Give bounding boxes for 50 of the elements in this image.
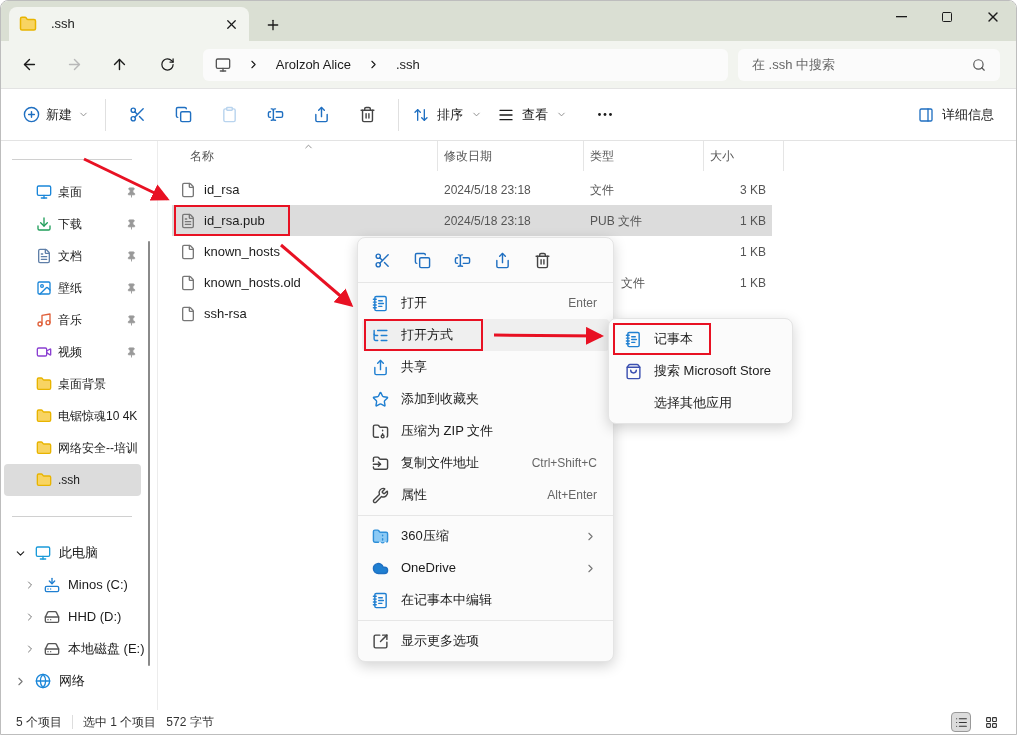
tree-label: Minos (C:) (68, 576, 128, 595)
date-cell: 2024/5/18 23:18 (444, 182, 531, 197)
tree-label: HHD (D:) (68, 608, 122, 627)
tree-label: 网络 (59, 672, 85, 691)
sidebar-label: 电锯惊魂10 4K (58, 408, 138, 425)
shortcut-text: Enter (568, 295, 597, 312)
tree-label: 此电脑 (59, 544, 98, 563)
file-name: known_hosts.old (204, 273, 301, 292)
file-name: id_rsa (204, 180, 240, 199)
menu-label: 打开 (401, 294, 427, 313)
tab-title: .ssh (51, 15, 76, 34)
menu-label: 添加到收藏夹 (401, 390, 479, 409)
sidebar-label: 下载 (58, 216, 82, 233)
date-cell: 2024/5/18 23:18 (444, 213, 531, 228)
tree-label: 本地磁盘 (E:) (68, 640, 145, 659)
menu-label: 打开方式 (401, 326, 453, 345)
menu-label: 压缩为 ZIP 文件 (401, 422, 494, 441)
sidebar-label: .ssh (58, 472, 80, 489)
type-cell: 文件 (621, 275, 645, 290)
file-name: id_rsa.pub (204, 211, 265, 230)
shortcut-text: Alt+Enter (547, 487, 597, 504)
selection-count: 选中 1 个项目 (83, 714, 157, 731)
size-cell: 1 KB (740, 275, 766, 290)
menu-label: 共享 (401, 358, 427, 377)
sidebar-label: 视频 (58, 344, 82, 361)
selection-size: 572 字节 (166, 714, 214, 731)
menu-label: 选择其他应用 (654, 394, 732, 413)
sidebar-label: 桌面背景 (58, 376, 106, 393)
size-cell: 1 KB (740, 213, 766, 228)
shortcut-text: Ctrl+Shift+C (531, 455, 597, 472)
menu-label: 显示更多选项 (401, 632, 479, 651)
sidebar-label: 壁纸 (58, 280, 82, 297)
item-count: 5 个项目 (16, 714, 62, 731)
menu-label: 在记事本中编辑 (401, 591, 492, 610)
sidebar-label: 网络安全--培训 (58, 440, 138, 457)
file-name: ssh-rsa (204, 304, 247, 323)
sidebar-label: 文档 (58, 248, 82, 265)
menu-label: 搜索 Microsoft Store (654, 362, 772, 381)
type-cell: 文件 (590, 182, 614, 197)
menu-label: 记事本 (654, 330, 693, 349)
type-cell: PUB 文件 (590, 213, 642, 228)
menu-label: 属性 (401, 486, 427, 505)
sidebar-label: 桌面 (58, 184, 82, 201)
size-cell: 3 KB (740, 182, 766, 197)
menu-label: 复制文件地址 (401, 454, 479, 473)
file-name: known_hosts (204, 242, 280, 261)
sidebar-label: 音乐 (58, 312, 82, 329)
menu-label: 360压缩 (401, 527, 449, 546)
menu-label: OneDrive (401, 559, 456, 578)
size-cell: 1 KB (740, 244, 766, 259)
